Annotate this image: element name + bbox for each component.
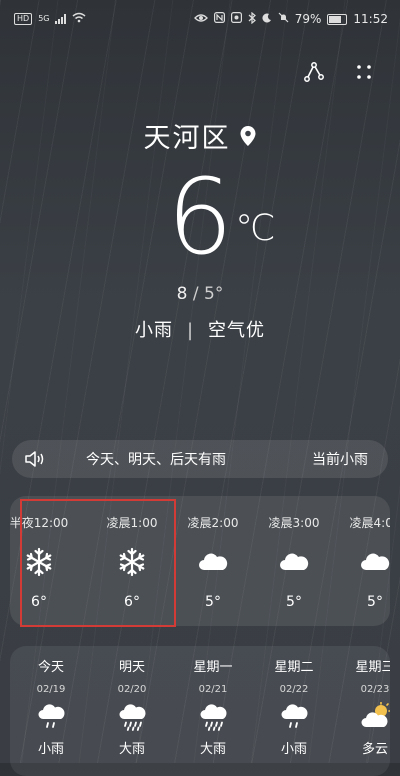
range-separator: / [187,284,205,304]
hourly-time: 凌晨2:00 [187,516,239,530]
city-name: 天河区 [143,123,231,154]
cloud-icon [199,553,228,570]
air-quality[interactable]: 空气优 [208,320,265,341]
more-options-button[interactable] [352,60,376,84]
mute-icon [278,12,289,26]
day-date: 02/20 [117,684,147,695]
day-name: 今天 [37,660,64,675]
day-condition: 小雨 [280,742,307,757]
cloud-icon [280,553,309,570]
condition-text: 小雨 [134,320,173,341]
day-condition: 大雨 [118,742,145,757]
status-bar: HD 5G 79% 11:52 [14,8,388,30]
day-name: 星期二 [274,660,314,675]
condition-line: 小雨 | 空气优 [0,316,400,342]
day-name: 明天 [118,660,145,675]
day-date: 02/19 [36,684,66,695]
share-icon [304,62,324,82]
current-temperature: 6 ℃ [0,162,400,272]
temp-range: 8 / 5° [0,284,400,304]
wifi-icon [72,12,86,26]
temperature-unit: ℃ [235,208,276,249]
hourly-time: 凌晨4:00 [349,516,390,530]
hourly-time: 凌晨3:00 [268,516,320,530]
weather-alert-bar[interactable]: 今天、明天、后天有雨 当前小雨 [12,440,388,478]
day-condition: 大雨 [199,742,226,757]
moon-icon [262,12,272,26]
bluetooth-icon [248,11,256,27]
vibrate-icon [230,12,242,26]
temperature-number: 6 [166,156,234,278]
status-right: 79% 11:52 [193,11,388,27]
clock: 11:52 [353,12,388,26]
nfc-icon [213,12,225,26]
hourly-temp: 5° [205,594,221,610]
alert-message: 今天、明天、后天有雨 [86,452,226,468]
signal-icon [55,14,67,24]
eye-icon [193,12,208,26]
day-name: 星期一 [193,660,233,675]
day-name: 星期三 [355,660,390,675]
location-header[interactable]: 天河区 [0,116,400,155]
heavy-rain-icon [118,703,147,731]
light-rain-icon [37,703,66,728]
day-condition: 多云 [361,742,388,757]
battery-icon [327,13,348,25]
top-actions [302,60,376,84]
day-condition: 小雨 [37,742,64,757]
cloud-icon [361,553,390,570]
highlight-annotation-box [20,499,176,627]
hourly-temp: 5° [286,594,302,610]
day-date: 02/23 [360,684,390,695]
day-date: 02/21 [198,684,228,695]
current-weather-text: 当前小雨 [312,452,368,468]
hourly-temp: 5° [367,594,383,610]
heavy-rain-icon [199,703,228,731]
daily-forecast-card[interactable]: 今天 02/19 小雨 明天 02/20 大雨 星期一 02/21 大雨 星期二… [10,646,390,776]
partly-cloudy-icon [361,702,390,728]
location-pin-icon [240,125,255,146]
more-dots-icon [357,65,371,79]
network-label: 5G [38,14,50,23]
hd-badge: HD [14,13,33,25]
status-left: HD 5G [14,12,86,26]
speaker-icon[interactable] [24,449,46,473]
share-button[interactable] [302,60,326,84]
temperature-value: 6 ℃ [167,162,276,272]
temp-low: 5° [204,284,224,304]
battery-percent: 79% [294,12,322,26]
day-date: 02/22 [279,684,309,695]
light-rain-icon [280,703,309,728]
temp-high: 8 [176,284,188,304]
condition-separator: | [186,320,195,341]
